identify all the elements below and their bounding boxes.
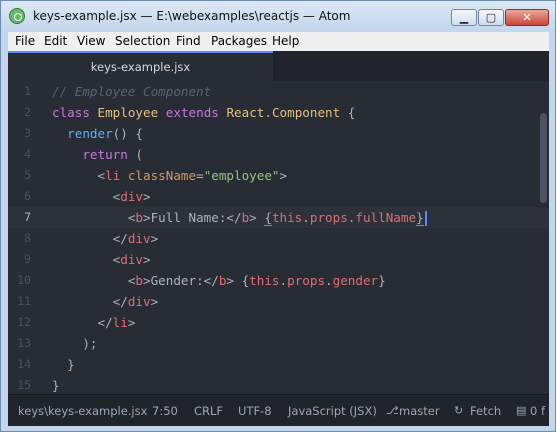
- code-text: // Employee Component: [52, 84, 212, 99]
- code-line: 4 return (: [8, 144, 549, 165]
- tab-keys-example[interactable]: keys-example.jsx: [8, 51, 273, 81]
- menu-bar: File Edit View Selection Find Packages H…: [8, 32, 549, 51]
- line-number: 4: [24, 147, 31, 161]
- code-area[interactable]: 1 // Employee Component 2 class Employee…: [8, 81, 549, 394]
- status-fetch[interactable]: Fetch: [470, 404, 501, 418]
- file-icon: ▤: [516, 404, 527, 417]
- code-line: 3 render() {: [8, 123, 549, 144]
- status-files-count[interactable]: 0 f: [530, 404, 545, 418]
- line-number: 6: [24, 189, 31, 203]
- line-number: 14: [17, 357, 31, 371]
- status-line-ending[interactable]: CRLF: [194, 404, 223, 418]
- status-file-path[interactable]: keys\keys-example.jsx: [18, 404, 147, 418]
- code-line-active: 7 <b>Full Name:</b> {this.props.fullName…: [8, 207, 549, 228]
- minimize-icon: ▁: [459, 11, 469, 24]
- menu-find[interactable]: Find: [176, 34, 201, 48]
- code-line: 11 </div>: [8, 291, 549, 312]
- code-text: }: [52, 378, 60, 393]
- text-cursor: [424, 211, 427, 226]
- code-line: 13 );: [8, 333, 549, 354]
- tab-bar: keys-example.jsx: [8, 51, 549, 81]
- line-number: 5: [24, 168, 31, 182]
- git-branch-icon: ⎇: [386, 404, 399, 417]
- code-text: <div>: [52, 252, 151, 267]
- atom-icon: [9, 8, 25, 24]
- code-text: </div>: [52, 231, 159, 246]
- close-button[interactable]: ✕: [505, 9, 549, 26]
- line-number: 12: [17, 315, 31, 329]
- code-line: 14 }: [8, 354, 549, 375]
- maximize-button[interactable]: ▢: [478, 9, 504, 26]
- menu-help[interactable]: Help: [272, 34, 299, 48]
- status-branch[interactable]: master: [399, 404, 440, 418]
- line-number: 7: [24, 210, 31, 224]
- code-line: 9 <div>: [8, 249, 549, 270]
- line-number: 2: [24, 105, 31, 119]
- minimize-button[interactable]: ▁: [451, 9, 477, 26]
- code-line: 5 <li className="employee">: [8, 165, 549, 186]
- code-text: <li className="employee">: [52, 168, 288, 183]
- menu-selection[interactable]: Selection: [115, 34, 170, 48]
- code-line: 1 // Employee Component: [8, 81, 549, 102]
- menu-view[interactable]: View: [77, 34, 105, 48]
- title-bar[interactable]: keys-example.jsx — E:\webexamples\reactj…: [1, 1, 555, 32]
- window-title: keys-example.jsx — E:\webexamples\reactj…: [33, 9, 351, 23]
- line-number: 11: [17, 294, 31, 308]
- editor-pane: keys-example.jsx 1 // Employee Component…: [8, 51, 549, 426]
- code-line: 2 class Employee extends React.Component…: [8, 102, 549, 123]
- menu-file[interactable]: File: [15, 34, 35, 48]
- maximize-icon: ▢: [485, 11, 497, 24]
- line-number: 13: [17, 336, 31, 350]
- line-number: 9: [24, 252, 31, 266]
- status-cursor-position[interactable]: 7:50: [152, 404, 178, 418]
- code-text: class Employee extends React.Component {: [52, 105, 356, 120]
- line-number: 3: [24, 126, 31, 140]
- close-icon: ✕: [522, 11, 532, 24]
- code-line: 6 <div>: [8, 186, 549, 207]
- code-line: 12 </li>: [8, 312, 549, 333]
- atom-window: keys-example.jsx — E:\webexamples\reactj…: [0, 0, 556, 432]
- code-text: <b>Gender:</b> {this.props.gender}: [52, 273, 386, 288]
- code-line: 15 }: [8, 375, 549, 394]
- code-text: render() {: [67, 126, 144, 141]
- tab-label: keys-example.jsx: [90, 60, 191, 74]
- status-grammar[interactable]: JavaScript (JSX): [288, 404, 377, 418]
- menu-edit[interactable]: Edit: [44, 34, 67, 48]
- code-text: <div>: [52, 189, 151, 204]
- code-text: </div>: [52, 294, 159, 309]
- line-number: 8: [24, 231, 31, 245]
- code-text: }: [52, 357, 75, 372]
- code-text: );: [52, 336, 98, 351]
- code-line: 10 <b>Gender:</b> {this.props.gender}: [8, 270, 549, 291]
- line-number: 15: [17, 378, 31, 392]
- menu-packages[interactable]: Packages: [211, 34, 267, 48]
- sync-icon: ↻: [454, 404, 464, 417]
- line-number: 10: [17, 273, 31, 287]
- vertical-scrollbar[interactable]: [540, 113, 547, 203]
- code-line: 8 </div>: [8, 228, 549, 249]
- code-text: return (: [82, 147, 144, 162]
- code-text: </li>: [52, 315, 136, 330]
- status-bar: keys\keys-example.jsx 7:50 CRLF UTF-8 Ja…: [8, 394, 549, 426]
- code-text: <b>Full Name:</b> {this.props.fullName}: [52, 207, 427, 228]
- line-number: 1: [24, 84, 31, 98]
- status-encoding[interactable]: UTF-8: [238, 404, 272, 418]
